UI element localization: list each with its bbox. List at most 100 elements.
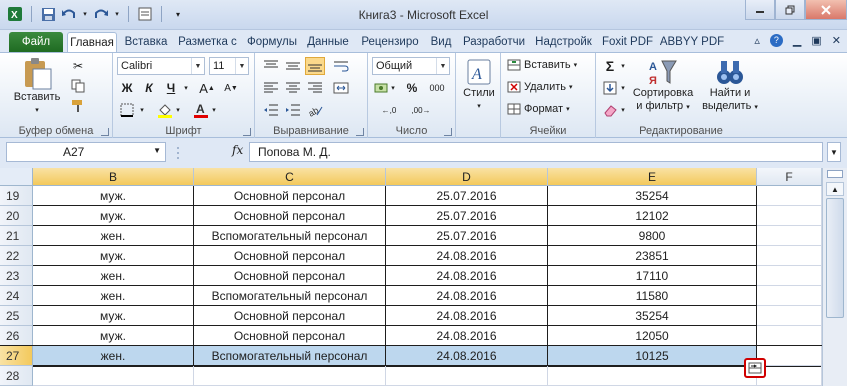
font-size-combo[interactable]: 11 ▼ [209, 57, 249, 75]
cell-empty[interactable] [757, 286, 822, 306]
fill-color-dropdown-icon[interactable]: ▾ [173, 101, 183, 119]
cell-amount[interactable]: 12050 [548, 326, 757, 346]
tab-view[interactable]: Вид [427, 32, 455, 52]
align-middle-icon[interactable] [283, 57, 303, 75]
underline-dropdown-icon[interactable]: ▾ [181, 79, 191, 97]
decrease-decimal-icon[interactable]: ,00→ [408, 101, 434, 119]
align-top-icon[interactable] [261, 57, 281, 75]
cell-amount[interactable]: 17110 [548, 266, 757, 286]
row-header[interactable]: 23 [0, 266, 33, 286]
column-header-e[interactable]: E [548, 168, 757, 186]
bold-button[interactable]: Ж [117, 79, 137, 97]
paste-button[interactable]: Вставить ▾ [14, 57, 60, 117]
font-color-icon[interactable]: A [191, 101, 211, 119]
close-icon[interactable] [805, 0, 847, 20]
autosum-icon[interactable]: Σ [600, 57, 620, 75]
column-header-f[interactable]: F [757, 168, 822, 186]
cell-empty[interactable] [757, 326, 822, 346]
cut-icon[interactable]: ✂ [68, 57, 88, 75]
cell-amount[interactable]: 10125 [548, 346, 757, 366]
cell-date[interactable]: 24.08.2016 [386, 266, 548, 286]
cell-empty[interactable] [757, 186, 822, 206]
cell-gender[interactable]: жен. [33, 286, 194, 306]
cell-date[interactable]: 24.08.2016 [386, 326, 548, 346]
scrollbar-thumb[interactable] [826, 198, 844, 318]
align-left-icon[interactable] [261, 79, 281, 97]
cell-category[interactable]: Основной персонал [194, 206, 386, 226]
number-launcher-icon[interactable] [444, 128, 452, 136]
vertical-scrollbar[interactable]: ▲ [822, 168, 847, 386]
clear-icon[interactable] [600, 101, 620, 119]
cell-category[interactable]: Основной персонал [194, 306, 386, 326]
increase-font-icon[interactable]: A ▲ [197, 79, 217, 97]
cell-date[interactable]: 24.08.2016 [386, 246, 548, 266]
tab-insert[interactable]: Вставка [122, 32, 170, 52]
orientation-icon[interactable]: ab [305, 101, 325, 119]
doc-close-icon[interactable]: ✕ [832, 34, 841, 47]
cell-gender[interactable]: муж. [33, 306, 194, 326]
chevron-down-icon[interactable]: ▼ [153, 146, 161, 155]
autosum-dropdown-icon[interactable]: ▾ [618, 57, 628, 75]
formula-bar-resize-handle[interactable] [174, 144, 182, 162]
font-name-combo[interactable]: Calibri ▼ [117, 57, 205, 75]
styles-button[interactable]: A Стили ▾ [460, 57, 498, 113]
font-color-dropdown-icon[interactable]: ▾ [209, 101, 219, 119]
cell-category[interactable]: Вспомогательный персонал [194, 346, 386, 366]
align-center-icon[interactable] [283, 79, 303, 97]
select-all-corner[interactable] [0, 168, 33, 186]
cell-empty[interactable] [757, 246, 822, 266]
decrease-font-icon[interactable]: A ▼ [221, 79, 241, 97]
clear-dropdown-icon[interactable]: ▾ [618, 101, 628, 119]
cell-empty[interactable] [548, 366, 757, 386]
insert-function-button[interactable]: fx [232, 143, 243, 157]
cell-category[interactable]: Основной персонал [194, 326, 386, 346]
cell-empty[interactable] [386, 366, 548, 386]
cell-empty[interactable] [757, 346, 822, 366]
cell-category[interactable]: Основной персонал [194, 266, 386, 286]
split-box[interactable] [827, 170, 843, 178]
tab-addins[interactable]: Надстройк [532, 32, 595, 52]
cell-amount[interactable]: 9800 [548, 226, 757, 246]
cell-date[interactable]: 24.08.2016 [386, 306, 548, 326]
help-icon[interactable]: ? [769, 34, 783, 47]
decrease-indent-icon[interactable] [261, 101, 281, 119]
cell-date[interactable]: 24.08.2016 [386, 346, 548, 366]
alignment-launcher-icon[interactable] [356, 128, 364, 136]
tab-review[interactable]: Рецензиро [358, 32, 422, 52]
tab-data[interactable]: Данные [303, 32, 353, 52]
doc-minimize-icon[interactable]: ▁ [793, 34, 801, 47]
tab-abbyy-pdf[interactable]: ABBYY PDF [660, 32, 724, 52]
cell-date[interactable]: 25.07.2016 [386, 186, 548, 206]
cell-date[interactable]: 24.08.2016 [386, 286, 548, 306]
percent-button[interactable]: % [402, 79, 422, 97]
cell-empty[interactable] [757, 266, 822, 286]
copy-icon[interactable] [68, 77, 88, 95]
cell-gender[interactable]: жен. [33, 226, 194, 246]
row-header[interactable]: 26 [0, 326, 33, 346]
borders-icon[interactable] [117, 101, 137, 119]
worksheet-grid[interactable]: B C D E F 19 муж. Основной персонал 25.0… [0, 168, 823, 386]
underline-button[interactable]: Ч [161, 79, 181, 97]
column-header-b[interactable]: B [33, 168, 194, 186]
row-header[interactable]: 25 [0, 306, 33, 326]
cell-amount[interactable]: 35254 [548, 186, 757, 206]
wrap-text-icon[interactable] [331, 57, 351, 75]
sort-filter-button[interactable]: АЯ Сортировка и фильтр ▾ [628, 57, 698, 114]
cell-category[interactable]: Основной персонал [194, 186, 386, 206]
column-header-c[interactable]: C [194, 168, 386, 186]
insert-cells-button[interactable]: Вставить ▾ [507, 59, 577, 71]
row-header[interactable]: 24 [0, 286, 33, 306]
thousands-separator-button[interactable]: 000 [424, 79, 450, 97]
cell-date[interactable]: 25.07.2016 [386, 226, 548, 246]
cell-empty[interactable] [757, 306, 822, 326]
tab-developer[interactable]: Разработчи [460, 32, 528, 52]
tab-page-layout[interactable]: Разметка с [175, 32, 240, 52]
increase-decimal-icon[interactable]: ←,0 [376, 101, 402, 119]
expand-formula-bar-icon[interactable]: ▼ [827, 142, 841, 162]
merge-center-icon[interactable] [331, 79, 351, 97]
cell-gender[interactable]: муж. [33, 186, 194, 206]
cell-gender[interactable]: муж. [33, 326, 194, 346]
cell-empty[interactable] [757, 366, 822, 386]
fill-color-icon[interactable] [155, 101, 175, 119]
format-cells-button[interactable]: Формат ▾ [507, 103, 570, 115]
